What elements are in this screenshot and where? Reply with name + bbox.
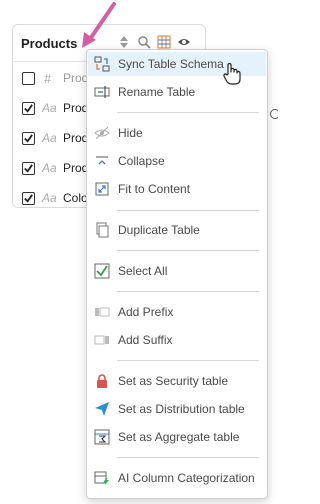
menu-item-label: Rename Table [118, 85, 196, 99]
duplicate-icon [94, 222, 110, 238]
number-type-icon: # [44, 70, 52, 86]
menu-item-label: Set as Distribution table [118, 402, 245, 416]
menu-separator [117, 250, 259, 251]
menu-item-set-aggregate-table[interactable]: Set as Aggregate table [88, 425, 266, 449]
menu-item-label: Fit to Content [118, 182, 191, 196]
menu-item-label: Select All [118, 264, 168, 278]
collapse-icon [94, 153, 110, 169]
table-context-menu: Sync Table Schema Rename Table Hide Coll… [86, 49, 268, 499]
menu-item-fit-to-content[interactable]: Fit to Content [88, 177, 266, 201]
field-checkbox[interactable] [22, 191, 35, 205]
field-name: Prod [63, 161, 89, 175]
select-all-icon [94, 263, 110, 279]
text-type-icon: Aa [42, 131, 57, 145]
field-checkbox[interactable] [22, 131, 35, 145]
menu-item-hide[interactable]: Hide [88, 121, 266, 145]
sync-schema-icon [94, 56, 110, 72]
text-type-icon: Aa [42, 101, 57, 115]
hand-cursor-icon [223, 62, 241, 85]
menu-item-label: Hide [118, 126, 143, 140]
text-type-icon: Aa [42, 191, 57, 205]
send-icon [94, 401, 110, 417]
menu-item-label: AI Column Categorization [118, 471, 255, 485]
pointer-arrow-icon [82, 2, 116, 48]
menu-separator [117, 360, 259, 361]
menu-item-label: Set as Security table [118, 374, 229, 388]
menu-item-set-distribution-table[interactable]: Set as Distribution table [88, 397, 266, 421]
menu-item-label: Add Prefix [118, 305, 174, 319]
prefix-icon [94, 304, 110, 320]
field-name: Prod [63, 131, 89, 145]
field-name: Colo [63, 191, 88, 205]
menu-item-label: Sync Table Schema [118, 57, 224, 71]
menu-separator [117, 457, 259, 458]
menu-separator [117, 291, 259, 292]
field-checkbox[interactable] [22, 161, 35, 175]
menu-item-select-all[interactable]: Select All [88, 259, 266, 283]
fit-content-icon [94, 181, 110, 197]
ai-categorize-icon [94, 470, 110, 486]
menu-item-label: Set as Aggregate table [118, 430, 240, 444]
hide-eye-icon [94, 125, 110, 141]
menu-item-label: Add Suffix [118, 333, 173, 347]
lock-icon [94, 373, 110, 389]
menu-item-duplicate-table[interactable]: Duplicate Table [88, 218, 266, 242]
aggregate-icon [94, 429, 110, 445]
suffix-icon [94, 332, 110, 348]
menu-item-label: Collapse [118, 154, 165, 168]
columns-icon[interactable] [157, 35, 171, 49]
search-icon[interactable] [137, 35, 151, 49]
field-name: Prod [63, 71, 89, 85]
menu-item-collapse[interactable]: Collapse [88, 149, 266, 173]
menu-item-label: Duplicate Table [118, 223, 200, 237]
menu-item-add-prefix[interactable]: Add Prefix [88, 300, 266, 324]
table-title: Products [21, 35, 78, 51]
field-checkbox[interactable] [22, 71, 35, 85]
field-checkbox[interactable] [22, 101, 35, 115]
menu-separator [117, 210, 259, 211]
sort-icon[interactable] [117, 35, 131, 49]
text-type-icon: Aa [42, 161, 57, 175]
eye-icon[interactable] [177, 35, 191, 49]
field-name: Prod [63, 101, 89, 115]
menu-item-add-suffix[interactable]: Add Suffix [88, 328, 266, 352]
menu-item-set-security-table[interactable]: Set as Security table [88, 369, 266, 393]
menu-separator [117, 112, 259, 113]
rename-icon [94, 84, 110, 100]
menu-item-ai-column-categorization[interactable]: AI Column Categorization [88, 466, 266, 490]
table-header-icons [117, 35, 191, 49]
